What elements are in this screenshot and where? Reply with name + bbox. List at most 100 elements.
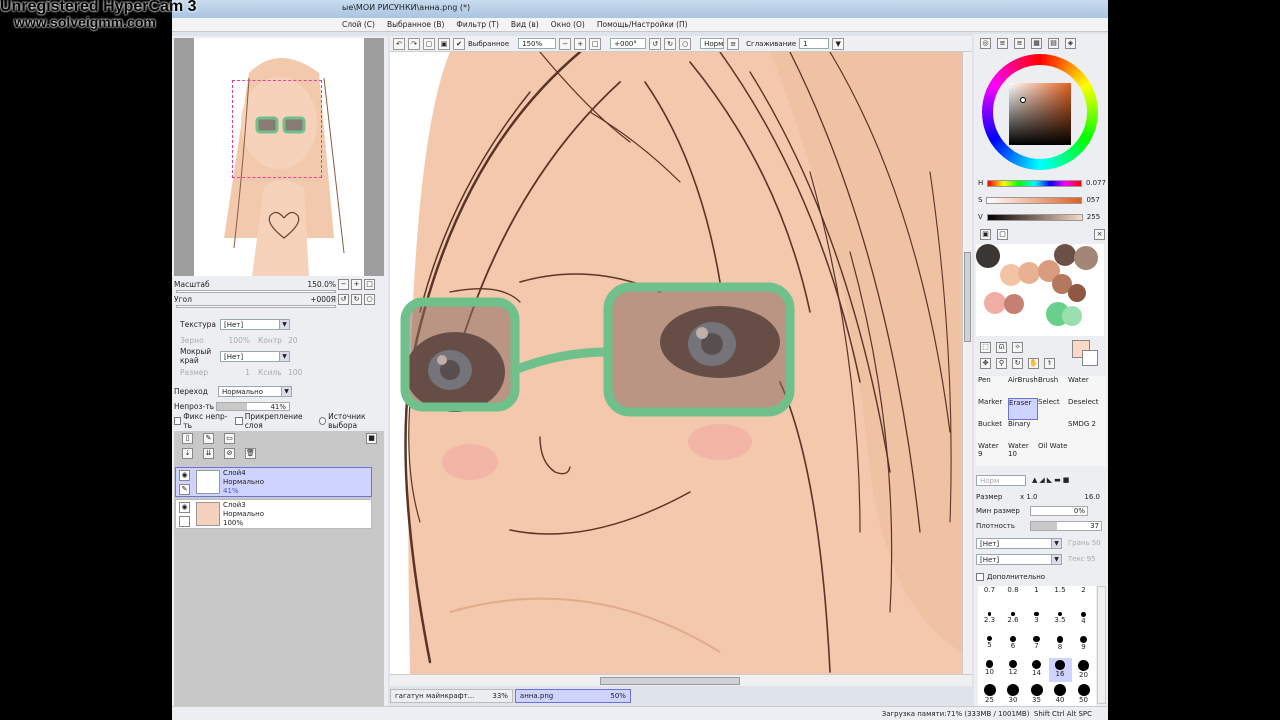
tool-pen[interactable]: Pen (978, 376, 1008, 398)
size-preset[interactable]: 5 (978, 634, 1001, 658)
tool-binary[interactable]: Binary (1008, 420, 1038, 442)
new-folder-icon[interactable]: ▭ (224, 433, 235, 444)
tool-marker[interactable]: Marker (978, 398, 1008, 420)
size-presets-scrollbar[interactable] (1097, 586, 1106, 704)
density-value[interactable]: 37 (1030, 521, 1102, 531)
size-preset[interactable]: 8 (1049, 634, 1072, 658)
zoom-icon[interactable]: ⚲ (996, 358, 1007, 369)
mixer-mode-icon[interactable]: ◈ (1065, 38, 1076, 49)
zoom-in-icon[interactable]: + (574, 37, 587, 50)
size-preset[interactable]: 3.5 (1049, 610, 1072, 634)
new-linework-icon[interactable]: ✎ (203, 433, 214, 444)
lasso-icon[interactable]: ᘏ (996, 342, 1007, 353)
tool-smdg[interactable]: SMDG 2 (1068, 420, 1098, 442)
tool-eraser[interactable]: Eraser (1008, 398, 1038, 420)
menu-help[interactable]: Помощь/Настройки (П) (597, 20, 688, 29)
flip-icon[interactable]: ≡ (727, 37, 740, 50)
wet-edge-select[interactable]: [Нет] ▼ (220, 350, 290, 362)
merge-all-icon[interactable]: ⇊ (203, 448, 214, 459)
layer-row[interactable]: ◉ Слой3 Нормально 100% (175, 499, 372, 529)
navigator-viewport-frame[interactable] (232, 80, 322, 178)
rgb-slider-mode-icon[interactable]: ≡ (997, 38, 1008, 49)
scratchpad-mode-icon[interactable]: ▤ (1048, 38, 1059, 49)
size-preset[interactable]: 7 (1025, 634, 1048, 658)
fix-opacity-checkbox[interactable] (174, 417, 182, 425)
doc-tab[interactable]: анна.png 50% (514, 689, 631, 703)
hsv-slider-mode-icon[interactable]: ≡ (1014, 38, 1025, 49)
hand-icon[interactable]: ✋ (1028, 358, 1039, 369)
scroll-thumb[interactable] (964, 252, 971, 342)
color-blob[interactable] (1018, 262, 1040, 284)
zoom-in-icon[interactable]: + (351, 278, 362, 290)
drawing-canvas[interactable] (390, 52, 962, 674)
navigator-preview[interactable] (174, 38, 384, 276)
size-preset[interactable]: 1.5 (1049, 586, 1072, 610)
invert-icon[interactable]: ▣ (438, 37, 450, 50)
size-preset[interactable]: 14 (1025, 658, 1048, 682)
brush-mode-select[interactable]: Норм (976, 474, 1026, 486)
layer-menu-icon[interactable]: ■ (366, 433, 377, 444)
rotate-left-icon[interactable]: ↺ (338, 293, 349, 305)
flip-button[interactable]: Норм (700, 38, 725, 49)
size-preset[interactable]: 2.6 (1002, 610, 1025, 634)
color-blob[interactable] (1068, 284, 1086, 302)
layer-row[interactable]: ◉ ✎ Слой4 Нормально 41% (175, 467, 372, 497)
chevron-down-icon[interactable]: ▼ (832, 37, 845, 50)
selected-checkbox[interactable]: ✔ (453, 37, 465, 50)
rotate-reset-icon[interactable]: ○ (364, 293, 375, 305)
color-blob[interactable] (1054, 244, 1076, 266)
menu-layer[interactable]: Слой (C) (342, 20, 375, 29)
size-preset[interactable]: 20 (1072, 658, 1095, 682)
size-preset[interactable]: 6 (1002, 634, 1025, 658)
size-preset[interactable]: 1 (1025, 586, 1048, 610)
zoom-reset-icon[interactable]: □ (364, 278, 375, 290)
move-icon[interactable]: ✥ (980, 358, 991, 369)
merge-down-icon[interactable]: ⇣ (182, 448, 193, 459)
brush-shape1-select[interactable]: [Нет] ▼ (976, 537, 1062, 549)
color-picker-handle[interactable] (1020, 97, 1026, 103)
angle-select[interactable]: +000° (610, 38, 647, 49)
smoothing-select[interactable]: 1 (799, 38, 830, 49)
size-preset[interactable]: 30 (1002, 682, 1025, 706)
tool-brush[interactable]: Brush (1038, 376, 1068, 398)
color-wheel-mode-icon[interactable]: ◎ (980, 38, 991, 49)
advanced-checkbox[interactable] (976, 573, 984, 581)
min-size-value[interactable]: 0% (1030, 506, 1088, 516)
magic-wand-icon[interactable]: ✧ (1012, 342, 1023, 353)
canvas-vertical-scrollbar[interactable] (962, 52, 972, 674)
value-slider[interactable] (986, 213, 1083, 221)
color-blob[interactable] (976, 244, 1000, 268)
size-preset[interactable]: 3 (1025, 610, 1048, 634)
rotate-right-icon[interactable]: ↻ (351, 293, 362, 305)
tool-deselect[interactable]: Deselect (1068, 398, 1099, 420)
size-preset[interactable]: 16 (1048, 658, 1072, 682)
zoom-out-icon[interactable]: − (338, 278, 349, 290)
scratchpad-clear-icon[interactable]: ▢ (997, 229, 1008, 240)
color-blob[interactable] (1004, 294, 1024, 314)
brush-tip-shapes[interactable]: ▲◢◣▬■ (1032, 476, 1071, 484)
size-preset[interactable]: 25 (978, 682, 1001, 706)
size-preset[interactable]: 35 (1025, 682, 1048, 706)
scratchpad-save-icon[interactable]: ▣ (980, 229, 991, 240)
scratchpad-close-icon[interactable]: × (1094, 229, 1105, 240)
size-preset[interactable]: 10 (978, 658, 1001, 682)
size-value[interactable]: 16.0 (1060, 493, 1100, 501)
clip-checkbox[interactable] (235, 417, 243, 425)
menu-selection[interactable]: Выбранное (В) (387, 20, 444, 29)
new-layer-icon[interactable]: ▯ (182, 433, 193, 444)
zoom-out-icon[interactable]: − (559, 37, 572, 50)
eye-icon[interactable]: ◉ (179, 470, 190, 481)
brush-icon[interactable]: ✎ (179, 484, 190, 495)
redo-icon[interactable]: ↷ (408, 37, 420, 50)
trash-icon[interactable]: 🗑 (245, 448, 256, 459)
brush-shape2-select[interactable]: [Нет] ▼ (976, 553, 1062, 565)
size-preset[interactable]: 0.8 (1002, 586, 1025, 610)
menu-view[interactable]: Вид (в) (511, 20, 539, 29)
color-blob[interactable] (1074, 246, 1098, 270)
opacity-slider[interactable]: 41% (216, 401, 290, 411)
rotate-icon[interactable]: ↻ (1012, 358, 1023, 369)
secondary-color-swatch[interactable] (1082, 350, 1098, 366)
selection-rect-icon[interactable]: ⬚ (980, 342, 991, 353)
undo-icon[interactable]: ↶ (393, 37, 405, 50)
tool-oil-water[interactable]: Oil Wate (1038, 442, 1068, 464)
